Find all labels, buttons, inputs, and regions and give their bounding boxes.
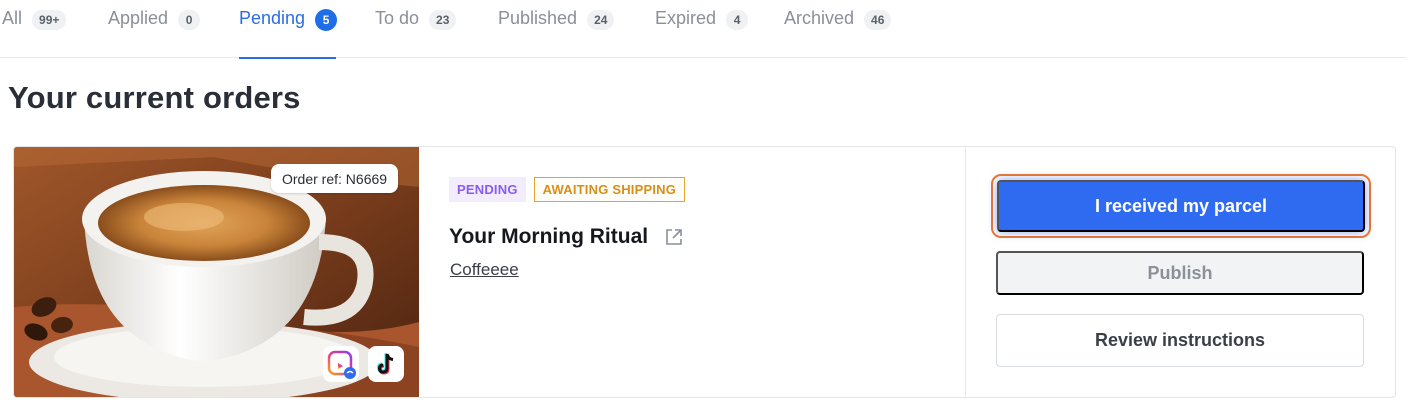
- status-badges: PENDING AWAITING SHIPPING: [449, 177, 686, 202]
- page-title: Your current orders: [8, 80, 301, 115]
- tab-to-do[interactable]: To do 23: [375, 0, 457, 58]
- tab-all[interactable]: All 99+: [2, 0, 67, 58]
- tab-label: Published: [498, 8, 578, 28]
- pending-status-badge: PENDING: [449, 177, 526, 202]
- tab-count: 5: [315, 9, 338, 31]
- received-parcel-button[interactable]: I received my parcel: [997, 180, 1365, 232]
- publish-button[interactable]: Publish: [996, 251, 1364, 295]
- tab-count: 0: [178, 10, 201, 30]
- review-instructions-button[interactable]: Review instructions: [996, 314, 1364, 367]
- tab-applied[interactable]: Applied 0: [108, 0, 201, 58]
- order-actions: I received my parcel Publish Review inst…: [966, 147, 1395, 397]
- tab-count: 46: [864, 10, 892, 30]
- external-link-icon[interactable]: [664, 227, 684, 247]
- product-name: Your Morning Ritual: [449, 225, 649, 248]
- brand-link[interactable]: Coffeeee: [450, 260, 519, 280]
- active-tab-indicator: [239, 57, 336, 59]
- order-ref-label: Order ref: N6669: [271, 164, 399, 193]
- status-tabs: All 99+ Applied 0 Pending 5 To do 23 Pub…: [0, 0, 1406, 59]
- tab-label: To do: [375, 8, 420, 28]
- instagram-reels-icon: [323, 346, 359, 382]
- tab-label: Expired: [655, 8, 717, 28]
- tab-archived[interactable]: Archived 46: [784, 0, 892, 58]
- tab-label: Pending: [239, 8, 306, 28]
- tab-published[interactable]: Published 24: [498, 0, 615, 58]
- tab-label: Applied: [108, 8, 169, 28]
- tab-label: All: [2, 8, 23, 28]
- order-card: Order ref: N6669 PENDING AWAITING SHIPPI…: [13, 146, 1396, 398]
- tab-label: Archived: [784, 8, 855, 28]
- tab-count: 23: [429, 10, 457, 30]
- order-details: PENDING AWAITING SHIPPING Your Morning R…: [419, 147, 966, 397]
- tab-count: 24: [587, 10, 615, 30]
- awaiting-shipping-badge: AWAITING SHIPPING: [533, 177, 686, 202]
- product-title-row: Your Morning Ritual: [449, 225, 684, 249]
- tiktok-icon: [368, 346, 404, 382]
- tab-count: 99+: [32, 10, 67, 30]
- product-image[interactable]: Order ref: N6669: [14, 147, 419, 397]
- tab-expired[interactable]: Expired 4: [655, 0, 749, 58]
- tab-pending[interactable]: Pending 5: [239, 0, 338, 59]
- tab-count: 4: [726, 10, 749, 30]
- received-parcel-highlight: I received my parcel: [991, 174, 1371, 238]
